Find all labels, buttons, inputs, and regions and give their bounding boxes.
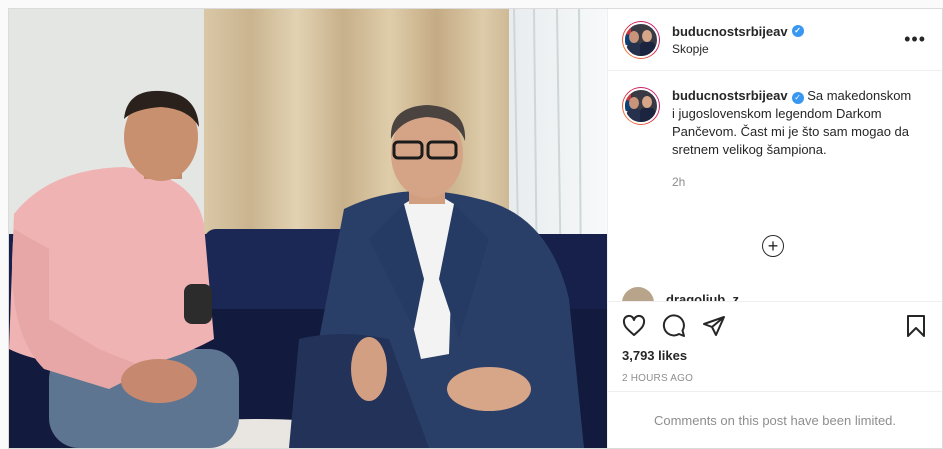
caption-username[interactable]: buducnostsrbijeav: [672, 88, 788, 103]
header-username[interactable]: buducnostsrbijeav: [672, 24, 788, 39]
more-options-icon[interactable]: •••: [904, 29, 926, 50]
caption-avatar[interactable]: [622, 87, 660, 125]
post-photo-image: [9, 9, 607, 448]
caption: buducnostsrbijeav ✓ Sa makedonskom i jugo…: [622, 87, 928, 191]
comments-limited-notice: Comments on this post have been limited.: [608, 391, 942, 448]
post-sidebar: buducnostsrbijeav ✓ Skopje ••• buducnost…: [607, 9, 942, 448]
comment-username[interactable]: dragoljub_z: [666, 292, 739, 302]
caption-time[interactable]: 2h: [672, 173, 912, 191]
header-username-row: buducnostsrbijeav ✓: [672, 24, 904, 39]
post-header: buducnostsrbijeav ✓ Skopje •••: [608, 9, 942, 71]
list-item: dragoljub_z: [622, 287, 739, 301]
heart-icon[interactable]: [622, 314, 646, 338]
comment-icon[interactable]: [662, 314, 686, 338]
post-photo[interactable]: [9, 9, 607, 448]
post-actions: 3,793 likes 2 HOURS AGO: [608, 301, 942, 391]
profile-avatar[interactable]: [622, 20, 660, 59]
instagram-post: buducnostsrbijeav ✓ Skopje ••• buducnost…: [8, 8, 943, 449]
caption-avatar-image: [623, 88, 659, 124]
caption-verified-badge-icon: ✓: [791, 92, 804, 104]
verified-badge-icon: ✓: [791, 25, 804, 37]
bookmark-icon[interactable]: [904, 314, 928, 338]
avatar-image: [623, 21, 659, 58]
comment-avatar[interactable]: [622, 287, 654, 301]
post-location[interactable]: Skopje: [672, 42, 904, 56]
likes-count[interactable]: 3,793 likes: [622, 348, 928, 363]
post-timestamp[interactable]: 2 HOURS AGO: [622, 373, 928, 384]
comments-section: buducnostsrbijeav ✓ Sa makedonskom i jugo…: [608, 71, 942, 301]
share-icon[interactable]: [702, 314, 726, 338]
load-more-plus-icon[interactable]: +: [762, 235, 784, 257]
